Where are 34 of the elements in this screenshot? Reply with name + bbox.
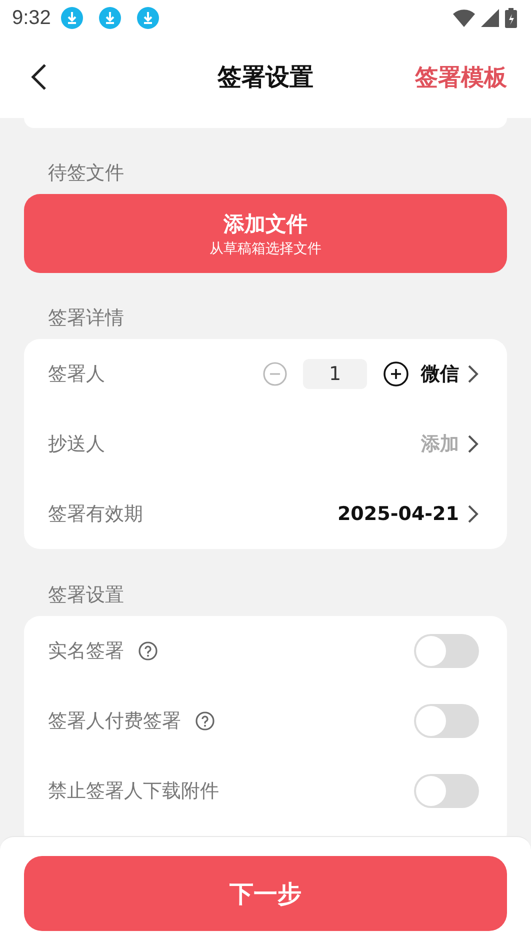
wifi-icon: [453, 9, 475, 27]
section-label: 签署详情: [47, 306, 125, 331]
section-label: 签署设置: [47, 583, 125, 608]
help-icon[interactable]: [195, 711, 215, 731]
template-link[interactable]: 签署模板: [415, 62, 507, 92]
next-button[interactable]: 下一步: [24, 856, 507, 931]
row-label: 签署人: [48, 362, 105, 387]
setting-label: 禁止签署人下载附件: [48, 779, 219, 804]
toggle-switch[interactable]: [414, 634, 479, 668]
toggle-switch[interactable]: [414, 704, 479, 738]
back-icon[interactable]: [30, 63, 48, 91]
download-icon: [98, 7, 121, 29]
chevron-right-icon: [467, 434, 479, 454]
download-icon: [136, 7, 159, 29]
chevron-right-icon: [467, 504, 479, 524]
row-value[interactable]: 添加: [421, 431, 459, 457]
page-title: 签署设置: [218, 62, 314, 93]
add-file-button[interactable]: 添加文件 从草稿箱选择文件: [24, 194, 507, 273]
status-time: 9:32: [12, 6, 51, 30]
setting-label: 实名签署: [48, 639, 124, 664]
row-label: 签署有效期: [48, 502, 143, 527]
chevron-right-icon: [467, 364, 479, 384]
row-label: 抄送人: [48, 432, 105, 457]
battery-icon: [505, 8, 517, 28]
section-label: 待签文件: [47, 161, 125, 186]
signal-icon: [481, 9, 499, 27]
help-icon[interactable]: [138, 641, 158, 661]
setting-label: 签署人付费签署: [48, 709, 181, 734]
row-value[interactable]: 2025-04-21: [337, 503, 459, 525]
toggle-switch[interactable]: [414, 774, 479, 808]
plus-icon[interactable]: [383, 361, 409, 387]
count-field[interactable]: 1: [303, 359, 367, 389]
row-value[interactable]: 微信: [421, 361, 459, 387]
download-icon: [60, 7, 83, 29]
